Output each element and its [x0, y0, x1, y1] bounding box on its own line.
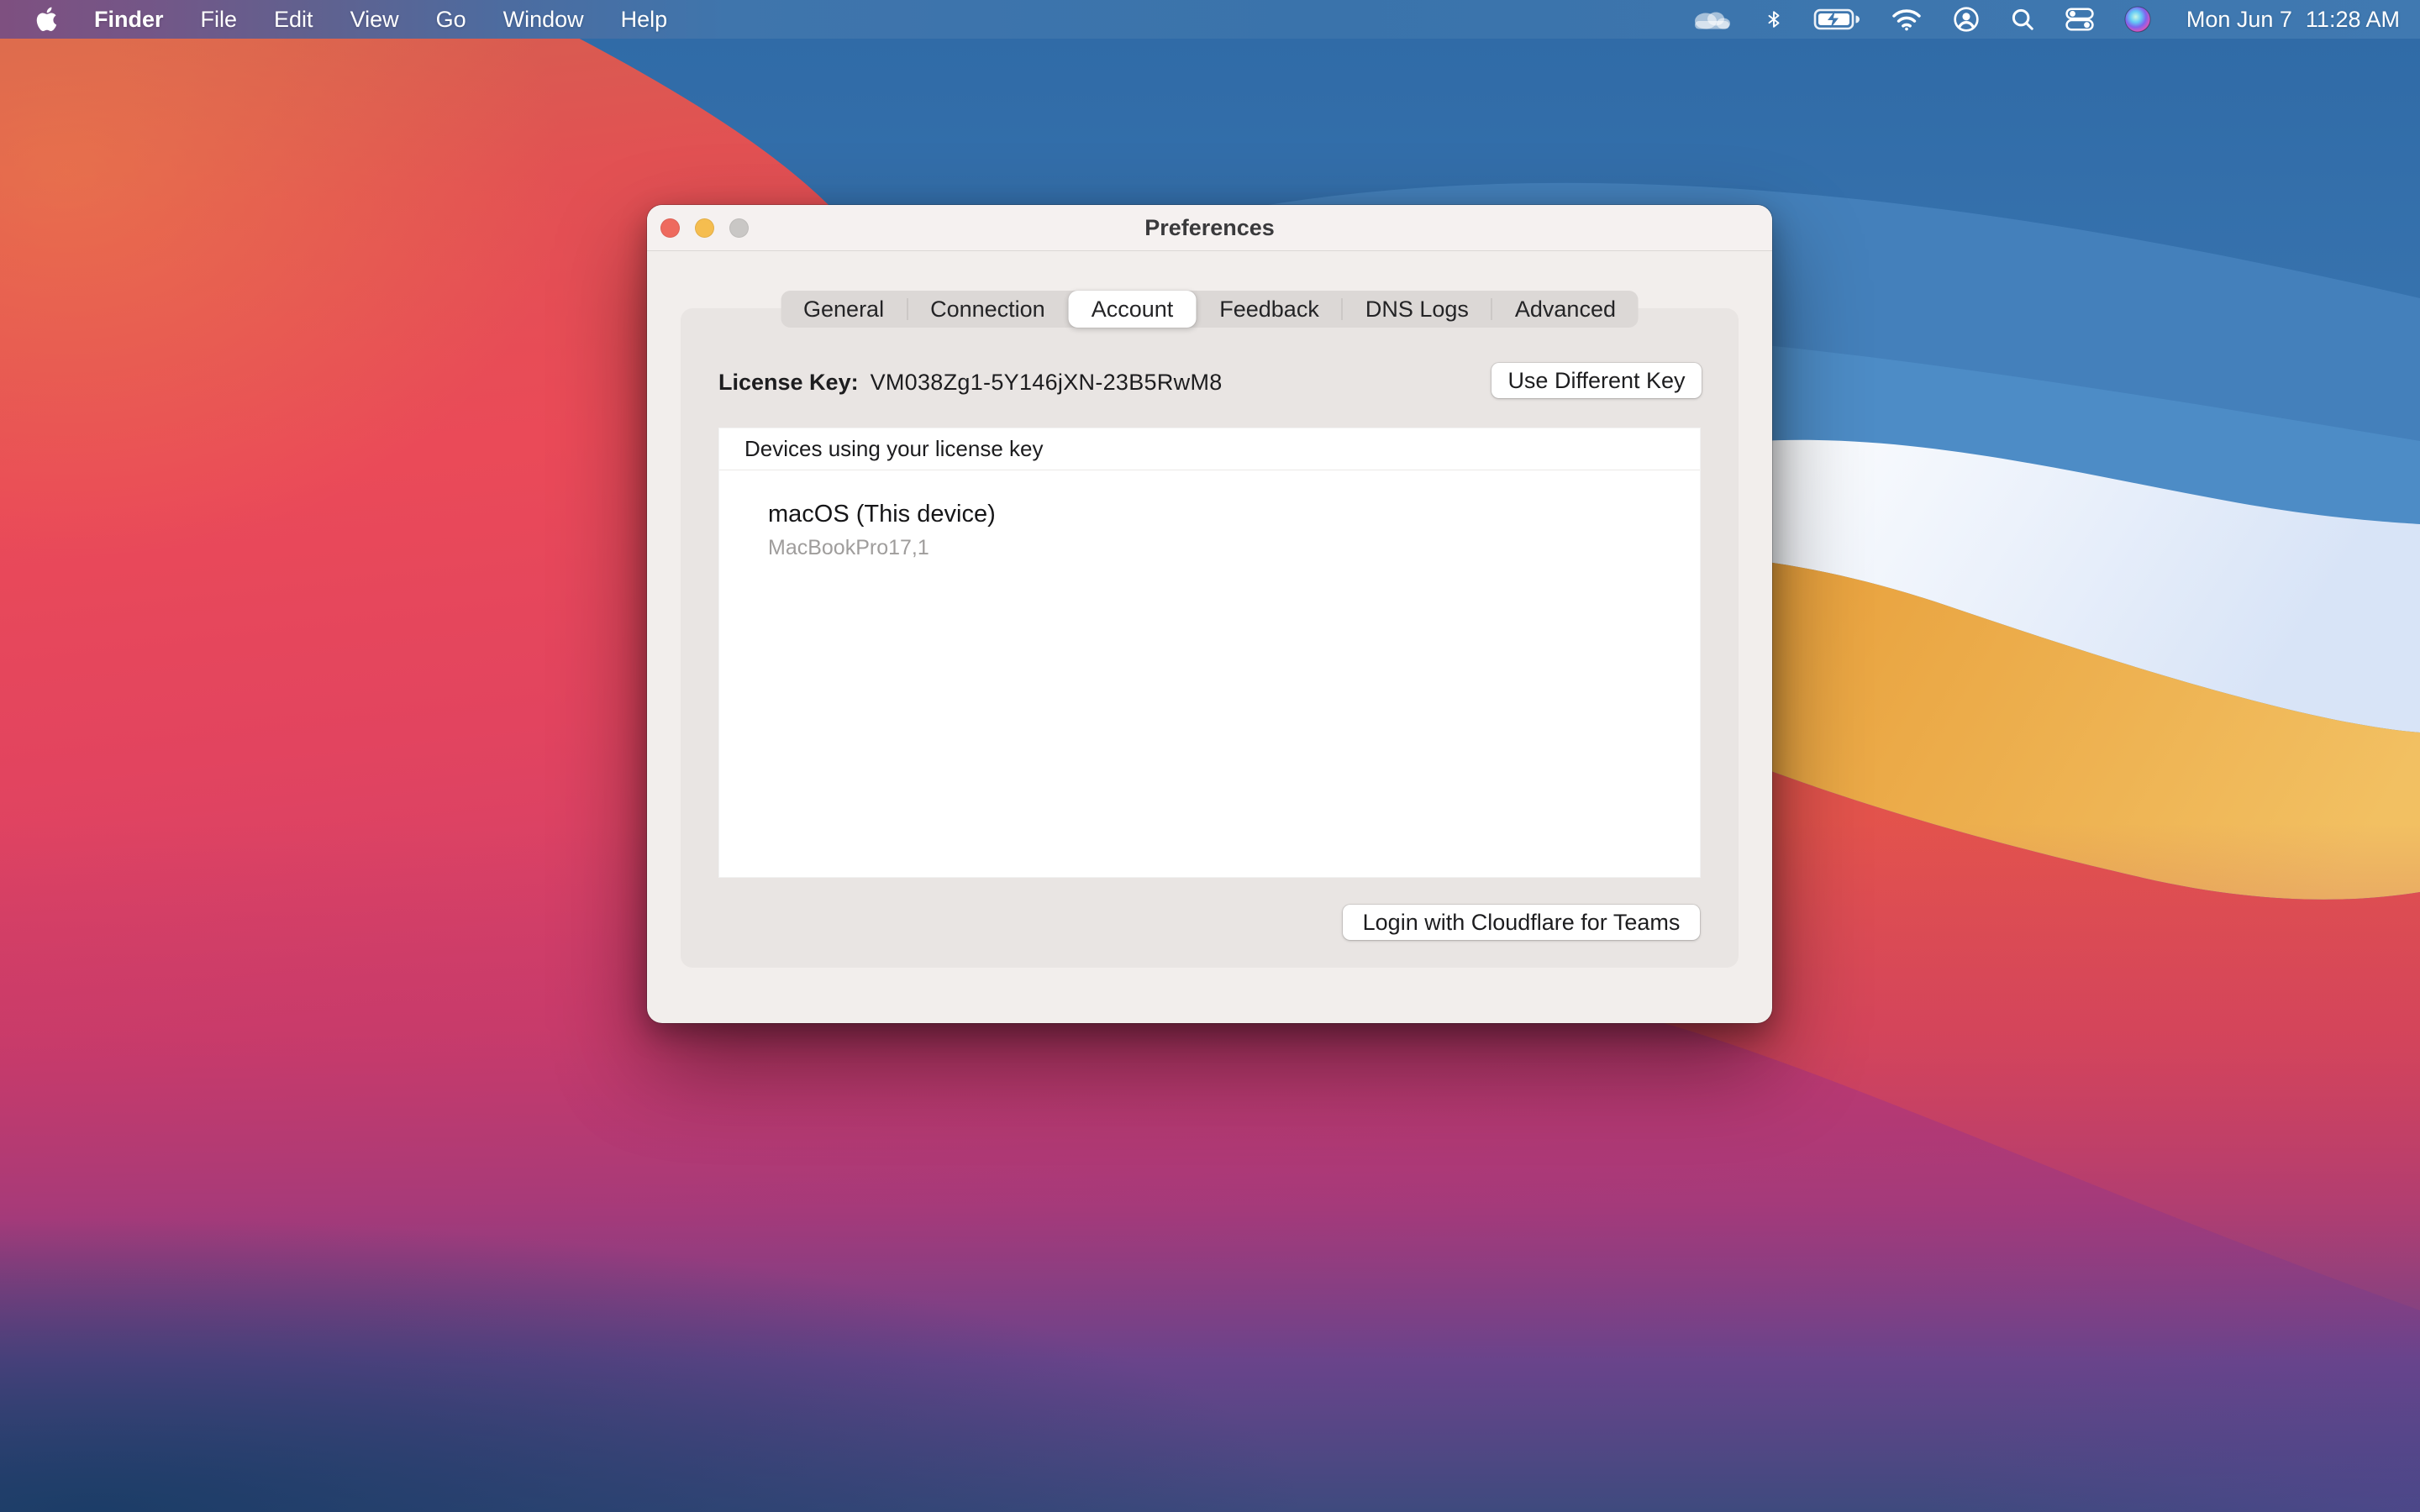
apple-menu[interactable]	[35, 7, 57, 32]
license-key-value: VM038Zg1-5Y146jXN-23B5RwM8	[871, 370, 1223, 396]
device-list-item[interactable]: macOS (This device) MacBookPro17,1	[768, 501, 1700, 560]
menu-item-view[interactable]: View	[350, 0, 399, 39]
cloudflare-icon[interactable]	[1691, 5, 1734, 34]
zoom-button-disabled	[729, 218, 749, 238]
login-with-cloudflare-teams-button[interactable]: Login with Cloudflare for Teams	[1343, 905, 1700, 940]
battery-charging-icon[interactable]	[1813, 7, 1860, 32]
tab-feedback[interactable]: Feedback	[1197, 291, 1342, 328]
preferences-tab-bar: General Connection Account Feedback DNS …	[781, 291, 1639, 328]
menu-item-edit[interactable]: Edit	[274, 0, 313, 39]
tab-dns-logs[interactable]: DNS Logs	[1343, 291, 1491, 328]
control-center-icon[interactable]	[2065, 6, 2094, 33]
minimize-button[interactable]	[695, 218, 714, 238]
traffic-lights	[660, 218, 749, 238]
menu-bar-clock[interactable]: Mon Jun 7 11:28 AM	[2186, 7, 2400, 33]
use-different-key-button[interactable]: Use Different Key	[1491, 363, 1702, 398]
devices-panel: Devices using your license key macOS (Th…	[718, 428, 1701, 878]
tab-account[interactable]: Account	[1069, 291, 1197, 328]
menu-item-file[interactable]: File	[201, 0, 238, 39]
spotlight-search-icon[interactable]	[2010, 7, 2035, 32]
preferences-window: Preferences General Connection Account F…	[647, 205, 1772, 1023]
menu-item-go[interactable]: Go	[436, 0, 466, 39]
wifi-icon[interactable]	[1891, 7, 1923, 32]
tab-general[interactable]: General	[781, 291, 907, 328]
tab-advanced[interactable]: Advanced	[1492, 291, 1639, 328]
bluetooth-icon[interactable]	[1765, 6, 1783, 33]
user-account-icon[interactable]	[1953, 6, 1980, 33]
window-titlebar[interactable]: Preferences	[647, 205, 1772, 251]
clock-time: 11:28 AM	[2306, 7, 2400, 33]
tab-connection[interactable]: Connection	[908, 291, 1068, 328]
device-name: macOS (This device)	[768, 501, 1700, 528]
window-title: Preferences	[1144, 215, 1275, 241]
menu-item-finder[interactable]: Finder	[94, 0, 164, 39]
close-button[interactable]	[660, 218, 680, 238]
menu-bar: Finder File Edit View Go Window Help	[0, 0, 2420, 39]
siri-icon[interactable]	[2124, 6, 2151, 33]
menu-bar-left: Finder File Edit View Go Window Help	[0, 0, 667, 39]
license-key-label: License Key:	[718, 370, 859, 396]
menu-bar-status-area: Mon Jun 7 11:28 AM	[1691, 0, 2420, 39]
menu-item-window[interactable]: Window	[503, 0, 584, 39]
license-key-row: License Key: VM038Zg1-5Y146jXN-23B5RwM8	[718, 370, 1223, 396]
devices-panel-header: Devices using your license key	[719, 428, 1700, 470]
device-model: MacBookPro17,1	[768, 536, 1700, 560]
apple-icon	[35, 7, 57, 32]
menu-item-help[interactable]: Help	[621, 0, 668, 39]
clock-date: Mon Jun 7	[2186, 7, 2292, 33]
